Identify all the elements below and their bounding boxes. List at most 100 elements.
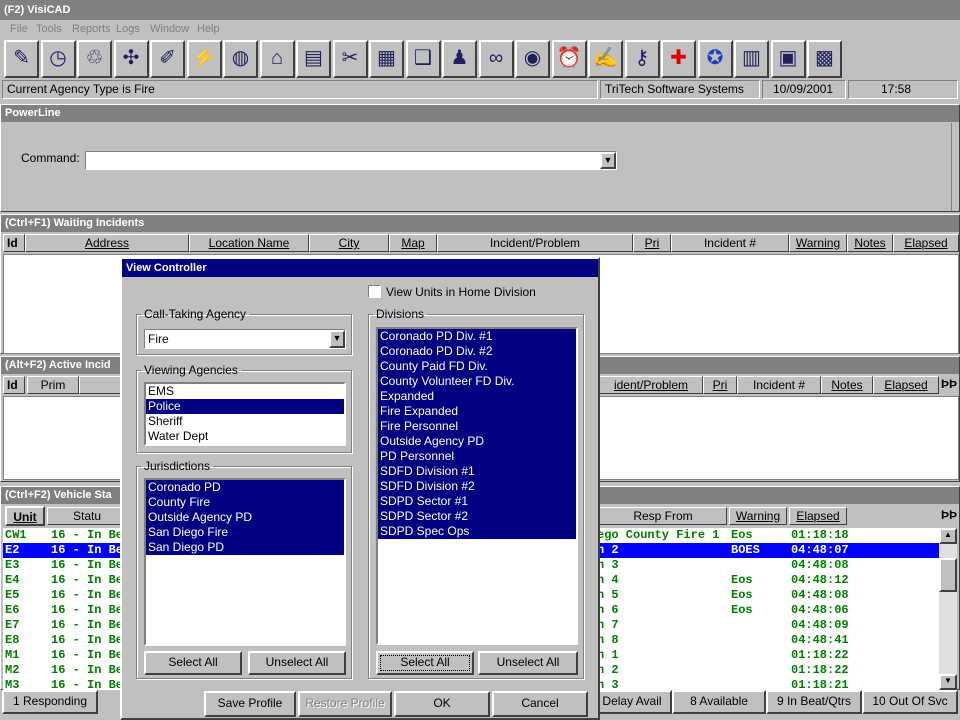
network-icon[interactable]: ✣ (113, 40, 149, 78)
cancel-button[interactable]: Cancel (492, 691, 588, 717)
tab-out-of-svc[interactable]: 10 Out Of Svc (862, 690, 958, 714)
powerline-scrollbar[interactable] (951, 123, 959, 211)
highlighter-icon[interactable]: ✐ (150, 40, 185, 78)
printer-icon[interactable]: ▤ (296, 40, 331, 78)
dispatch-icon[interactable]: ✎ (4, 40, 39, 78)
col-city[interactable]: City (309, 234, 389, 252)
menu-tools[interactable]: Tools (36, 23, 62, 35)
restore-profile-button[interactable]: Restore Profile (298, 691, 392, 717)
col-status[interactable]: Statu (47, 507, 127, 525)
col-id[interactable]: Id (3, 234, 25, 252)
globe-icon[interactable]: ◍ (223, 40, 258, 78)
col-incident-number[interactable]: Incident # (737, 376, 821, 394)
list-item[interactable]: San Diego PD (146, 540, 344, 555)
trash-icon[interactable]: ♲ (77, 40, 112, 78)
tower-icon[interactable]: ⚡ (186, 40, 222, 78)
scroll-thumb[interactable] (939, 558, 957, 592)
eye-icon[interactable]: ◉ (515, 40, 550, 78)
list-item[interactable]: Police (146, 399, 344, 414)
col-notes[interactable]: Notes (847, 234, 893, 252)
jurisdictions-list[interactable]: Coronado PD County Fire Outside Agency PD S… (144, 478, 346, 646)
ok-button[interactable]: OK (394, 691, 490, 717)
col-address[interactable]: Address (25, 234, 189, 252)
divisions-select-all-button[interactable]: Select All (376, 651, 474, 675)
list-item[interactable]: EMS (146, 384, 344, 399)
list-item[interactable]: SDFD Division #1 (378, 464, 576, 479)
tab-in-beat[interactable]: 9 In Beat/Qtrs (766, 690, 862, 714)
list-item[interactable]: Coronado PD (146, 480, 344, 495)
divisions-unselect-all-button[interactable]: Unselect All (478, 651, 578, 675)
scroll-down-arrow[interactable]: ▼ (939, 674, 957, 690)
menu-logs[interactable]: Logs (116, 23, 140, 35)
cross-icon[interactable]: ✚ (661, 40, 696, 78)
save-profile-button[interactable]: Save Profile (204, 691, 296, 717)
clipboard-icon[interactable]: ▣ (770, 40, 806, 78)
notepad-icon[interactable]: ✍ (588, 40, 623, 78)
col-resp-from[interactable]: Resp From (599, 507, 727, 525)
tab-delay-avail[interactable]: Delay Avail (592, 690, 672, 714)
binoculars-icon[interactable]: ÞÞ (941, 377, 957, 391)
menu-window[interactable]: Window (150, 23, 189, 35)
vehicle-scrollbar[interactable]: ▲ ▼ (939, 528, 957, 690)
binoculars-icon[interactable]: ÞÞ (941, 508, 957, 522)
list-item[interactable]: Coronado PD Div. #1 (378, 329, 576, 344)
alarm-icon[interactable]: ⏰ (551, 40, 587, 78)
list-item[interactable]: County Volunteer FD Div. (378, 374, 576, 389)
tab-available[interactable]: 8 Available (672, 690, 766, 714)
col-elapsed[interactable]: Elapsed (893, 234, 959, 252)
badge-icon[interactable]: ✪ (697, 40, 733, 78)
col-warning[interactable]: Warning (789, 234, 847, 252)
list-item[interactable]: Coronado PD Div. #2 (378, 344, 576, 359)
station-icon[interactable]: ⌂ (259, 40, 295, 78)
jurisdictions-select-all-button[interactable]: Select All (144, 651, 242, 675)
list-item[interactable]: SDPD Sector #2 (378, 509, 576, 524)
list-item[interactable]: Outside Agency PD (146, 510, 344, 525)
home-division-checkbox[interactable] (368, 285, 381, 298)
command-input[interactable]: ▼ (85, 151, 617, 170)
col-incident-problem[interactable]: ident/Problem (599, 376, 703, 394)
col-elapsed[interactable]: Elapsed (873, 376, 939, 394)
col-id[interactable]: Id (3, 376, 25, 394)
graph-icon[interactable]: ▩ (807, 40, 842, 78)
list-item[interactable]: Sheriff (146, 414, 344, 429)
viewing-agencies-list[interactable]: EMS Police Sheriff Water Dept (144, 382, 346, 446)
list-item[interactable]: County Fire (146, 495, 344, 510)
list-item[interactable]: SDFD Division #2 (378, 479, 576, 494)
divisions-list[interactable]: Coronado PD Div. #1 Coronado PD Div. #2 Co… (376, 327, 578, 645)
menu-reports[interactable]: Reports (72, 23, 111, 35)
list-item[interactable]: Water Dept (146, 429, 344, 444)
col-incident-number[interactable]: Incident # (671, 234, 789, 252)
list-item[interactable]: SDPD Spec Ops (378, 524, 576, 539)
col-location-name[interactable]: Location Name (189, 234, 309, 252)
col-map[interactable]: Map (389, 234, 437, 252)
tools-icon[interactable]: ✂ (332, 40, 368, 78)
col-notes[interactable]: Notes (821, 376, 873, 394)
col-pri[interactable]: Pri (633, 234, 671, 252)
link-icon[interactable]: ∞ (478, 40, 514, 78)
key-icon[interactable]: ⚷ (624, 40, 660, 78)
list-item[interactable]: SDPD Sector #1 (378, 494, 576, 509)
chevron-down-icon[interactable]: ▼ (329, 330, 345, 348)
col-warning[interactable]: Warning (729, 507, 787, 525)
list-item[interactable]: PD Personnel (378, 449, 576, 464)
book-icon[interactable]: ❑ (405, 40, 441, 78)
report-icon[interactable]: ▦ (369, 40, 404, 78)
col-pri[interactable]: Pri (703, 376, 737, 394)
list-item[interactable]: Fire Expanded (378, 404, 576, 419)
tab-responding[interactable]: 1 Responding (2, 690, 98, 714)
scroll-up-arrow[interactable]: ▲ (939, 528, 957, 544)
jurisdictions-unselect-all-button[interactable]: Unselect All (248, 651, 346, 675)
col-elapsed[interactable]: Elapsed (789, 507, 847, 525)
call-taking-select[interactable]: Fire ▼ (144, 329, 346, 349)
list-item[interactable]: Outside Agency PD (378, 434, 576, 449)
list-item[interactable]: County Paid FD Div. (378, 359, 576, 374)
menu-file[interactable]: File (10, 23, 28, 35)
list-item[interactable]: Expanded (378, 389, 576, 404)
documents-icon[interactable]: ▥ (734, 40, 769, 78)
personnel-icon[interactable]: ♟ (442, 40, 477, 78)
col-prim[interactable]: Prim (27, 376, 79, 394)
menu-help[interactable]: Help (197, 23, 220, 35)
command-dropdown-button[interactable]: ▼ (600, 152, 616, 169)
list-item[interactable]: Fire Personnel (378, 419, 576, 434)
col-incident-problem[interactable]: Incident/Problem (437, 234, 633, 252)
